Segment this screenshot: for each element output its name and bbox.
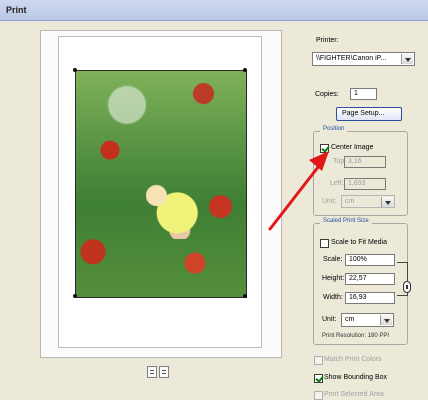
copies-value: 1	[354, 90, 358, 97]
scale-to-fit-checkbox[interactable]	[320, 239, 329, 248]
scale-input[interactable]: 100%	[345, 254, 395, 266]
top-value: 3,16	[348, 158, 362, 165]
scale-label: Scale:	[323, 256, 343, 263]
print-preview-icon[interactable]	[147, 366, 157, 378]
match-print-colors-checkbox[interactable]	[314, 356, 323, 365]
preview-toolbar	[147, 366, 169, 378]
height-label: Height:	[322, 275, 345, 282]
width-label: Width:	[323, 294, 343, 301]
position-unit-value: cm	[345, 198, 355, 205]
height-input[interactable]: 22,57	[345, 273, 395, 285]
center-image-label: Center Image	[331, 144, 374, 151]
title-bar: Print	[0, 0, 428, 21]
printer-value: \\FIGHTER\Canon iP...	[316, 55, 387, 62]
chain-link-icon[interactable]	[403, 281, 411, 293]
scaled-print-size-title: Scaled Print Size	[320, 218, 372, 224]
position-title: Position	[320, 126, 348, 132]
printer-select[interactable]: \\FIGHTER\Canon iP...	[312, 52, 415, 66]
unit-label: Unit:	[322, 198, 337, 205]
preview-image[interactable]	[75, 70, 247, 298]
top-input[interactable]: 3,16	[344, 156, 386, 168]
left-label: Left:	[330, 180, 344, 187]
page-setup-label: Page Setup...	[342, 110, 385, 117]
match-print-colors-label: Match Print Colors	[324, 356, 382, 363]
chevron-down-icon	[381, 197, 393, 207]
width-value: 16,93	[349, 294, 367, 301]
window-title: Print	[6, 5, 27, 15]
resize-handle-top-left[interactable]	[73, 68, 77, 72]
print-selected-area-label: Print Selected Area	[324, 391, 384, 398]
size-unit-label: Unit:	[322, 316, 337, 323]
chevron-down-icon	[401, 54, 413, 64]
left-value: 1,693	[348, 180, 366, 187]
resize-handle-bottom-right[interactable]	[243, 294, 247, 298]
copies-input[interactable]: 1	[350, 88, 377, 100]
print-resolution: Print Resolution: 180 PPI	[322, 333, 390, 339]
scale-value: 100%	[349, 256, 367, 263]
width-input[interactable]: 16,93	[345, 292, 395, 304]
show-bounding-box-label: Show Bounding Box	[324, 374, 388, 381]
print-selected-area-checkbox[interactable]	[314, 391, 323, 400]
scale-to-fit-label: Scale to Fit Media	[331, 239, 388, 246]
resize-handle-bottom-left[interactable]	[73, 294, 77, 298]
height-value: 22,57	[349, 275, 367, 282]
copies-label: Copies:	[315, 91, 339, 98]
center-image-checkbox[interactable]	[320, 144, 329, 153]
position-unit-select[interactable]: cm	[341, 195, 395, 208]
chevron-down-icon	[380, 315, 392, 325]
left-input[interactable]: 1,693	[344, 178, 386, 190]
page-icon[interactable]	[159, 366, 169, 378]
page-setup-button[interactable]: Page Setup...	[336, 107, 402, 121]
resize-handle-top-right[interactable]	[243, 68, 247, 72]
size-unit-select[interactable]: cm	[341, 313, 394, 327]
show-bounding-box-checkbox[interactable]	[314, 374, 323, 383]
girl-figure	[146, 181, 198, 239]
printer-label: Printer:	[316, 37, 339, 44]
size-unit-value: cm	[345, 316, 355, 323]
